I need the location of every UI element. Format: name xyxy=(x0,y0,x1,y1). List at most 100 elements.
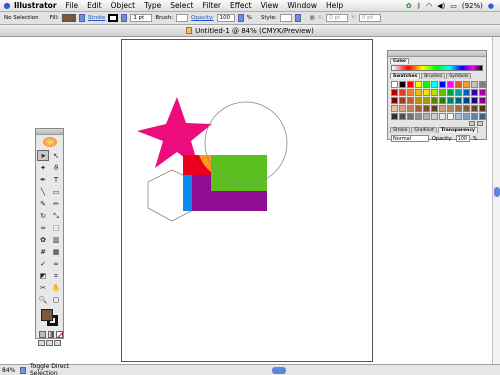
zoom-dropdown[interactable] xyxy=(20,366,26,374)
swatch-cell[interactable] xyxy=(479,81,486,88)
line-tool[interactable]: ╲ xyxy=(37,186,49,197)
swatch-cell[interactable] xyxy=(399,105,406,112)
swatch-cell[interactable] xyxy=(479,105,486,112)
blend-mode-select[interactable]: Normal xyxy=(391,135,429,142)
swatch-cell[interactable] xyxy=(447,81,454,88)
scissors-tool[interactable]: ✂ xyxy=(37,282,49,293)
fill-color-box[interactable] xyxy=(41,309,53,321)
swatch-cell[interactable] xyxy=(463,113,470,120)
swatch-cell[interactable] xyxy=(407,81,414,88)
eyedropper-tool[interactable]: ✓ xyxy=(37,258,49,269)
swatch-cell[interactable] xyxy=(407,97,414,104)
slice-tool[interactable]: ⌗ xyxy=(50,270,62,281)
direct-selection-tool[interactable]: ↖ xyxy=(50,150,62,161)
swatch-cell[interactable] xyxy=(455,89,462,96)
color-spectrum-bar[interactable] xyxy=(391,65,483,71)
blend-tool[interactable]: ∞ xyxy=(50,258,62,269)
swatch-cell[interactable] xyxy=(399,113,406,120)
swatch-cell[interactable] xyxy=(415,113,422,120)
tab-swatches[interactable]: Swatches xyxy=(390,73,421,79)
swatch-cell[interactable] xyxy=(415,81,422,88)
selection-tool[interactable]: ➤ xyxy=(37,150,49,161)
tab-transparency[interactable]: Transparency xyxy=(437,127,478,133)
swatch-cell[interactable] xyxy=(431,89,438,96)
graph-tool[interactable]: ▥ xyxy=(50,234,62,245)
swatch-cell[interactable] xyxy=(399,97,406,104)
swatch-cell[interactable] xyxy=(455,97,462,104)
tab-symbols[interactable]: Symbols xyxy=(446,73,472,79)
swatch-cell[interactable] xyxy=(471,89,478,96)
swatch-cell[interactable] xyxy=(415,89,422,96)
free-transform-tool[interactable]: ⬚ xyxy=(50,222,62,233)
swatch-cell[interactable] xyxy=(391,89,398,96)
swatch-cell[interactable] xyxy=(463,89,470,96)
swatch-cell[interactable] xyxy=(399,89,406,96)
rotate-tool[interactable]: ↻ xyxy=(37,210,49,221)
transparency-opacity-field[interactable]: 100 xyxy=(455,135,470,142)
swatch-cell[interactable] xyxy=(439,89,446,96)
blue-strip-shape[interactable] xyxy=(183,174,192,211)
swatch-cell[interactable] xyxy=(471,97,478,104)
gradient-tool[interactable]: ▦ xyxy=(50,246,62,257)
swatch-cell[interactable] xyxy=(391,113,398,120)
pen-tool[interactable]: ✒ xyxy=(37,174,49,185)
symbol-sprayer-tool[interactable]: ✿ xyxy=(37,234,49,245)
swatch-cell[interactable] xyxy=(407,113,414,120)
horizontal-scrollbar[interactable] xyxy=(85,366,500,374)
swatch-cell[interactable] xyxy=(423,97,430,104)
swatch-cell[interactable] xyxy=(423,105,430,112)
swatch-cell[interactable] xyxy=(479,97,486,104)
magic-wand-tool[interactable]: ✦ xyxy=(37,162,49,173)
swatch-cell[interactable] xyxy=(479,89,486,96)
zoom-tool[interactable]: 🔍 xyxy=(37,294,49,305)
gradient-mode-button[interactable] xyxy=(47,331,55,338)
swatch-cell[interactable] xyxy=(447,89,454,96)
paintbrush-tool[interactable]: ✎ xyxy=(37,198,49,209)
swatch-cell[interactable] xyxy=(471,105,478,112)
full-screen-mode-button[interactable] xyxy=(54,340,61,346)
zoom-field[interactable]: 84% xyxy=(0,367,20,374)
swatch-cell[interactable] xyxy=(431,97,438,104)
swatch-cell[interactable] xyxy=(463,81,470,88)
hand-tool[interactable]: ✋ xyxy=(50,282,62,293)
live-paint-tool[interactable]: ◩ xyxy=(37,270,49,281)
swatch-cell[interactable] xyxy=(423,81,430,88)
pencil-tool[interactable]: ✏ xyxy=(50,198,62,209)
scale-tool[interactable]: ⤡ xyxy=(50,210,62,221)
mesh-tool[interactable]: # xyxy=(37,246,49,257)
swatch-cell[interactable] xyxy=(391,105,398,112)
tab-stroke[interactable]: Stroke xyxy=(390,127,411,133)
rectangle-tool[interactable]: ▭ xyxy=(50,186,62,197)
swatch-cell[interactable] xyxy=(423,89,430,96)
tab-gradient[interactable]: Gradient xyxy=(411,127,437,133)
swatch-cell[interactable] xyxy=(479,113,486,120)
new-swatch-button[interactable] xyxy=(469,121,475,126)
color-mode-button[interactable] xyxy=(39,331,46,338)
swatch-cell[interactable] xyxy=(415,97,422,104)
vertical-scroll-thumb[interactable] xyxy=(494,187,500,197)
swatch-cell[interactable] xyxy=(407,89,414,96)
swatch-cell[interactable] xyxy=(431,81,438,88)
swatch-cell[interactable] xyxy=(391,97,398,104)
swatch-cell[interactable] xyxy=(399,81,406,88)
swatch-cell[interactable] xyxy=(439,113,446,120)
full-screen-menu-mode-button[interactable] xyxy=(46,340,53,346)
page-tool[interactable]: ▢ xyxy=(50,294,62,305)
lasso-tool[interactable]: ϑ xyxy=(50,162,62,173)
swatch-cell[interactable] xyxy=(455,113,462,120)
swatch-cell[interactable] xyxy=(455,105,462,112)
swatch-cell[interactable] xyxy=(423,113,430,120)
swatch-cell[interactable] xyxy=(439,97,446,104)
swatch-cell[interactable] xyxy=(447,97,454,104)
swatch-cell[interactable] xyxy=(455,81,462,88)
swatch-cell[interactable] xyxy=(463,105,470,112)
swatch-cell[interactable] xyxy=(439,105,446,112)
standard-screen-mode-button[interactable] xyxy=(38,340,45,346)
none-mode-button[interactable] xyxy=(56,331,64,338)
type-tool[interactable]: T xyxy=(50,174,62,185)
tab-brushes[interactable]: Brushes xyxy=(421,73,446,79)
status-text[interactable]: Toggle Direct Selection xyxy=(30,363,85,375)
swatch-cell[interactable] xyxy=(471,113,478,120)
swatch-cell[interactable] xyxy=(407,105,414,112)
swatch-cell[interactable] xyxy=(439,81,446,88)
